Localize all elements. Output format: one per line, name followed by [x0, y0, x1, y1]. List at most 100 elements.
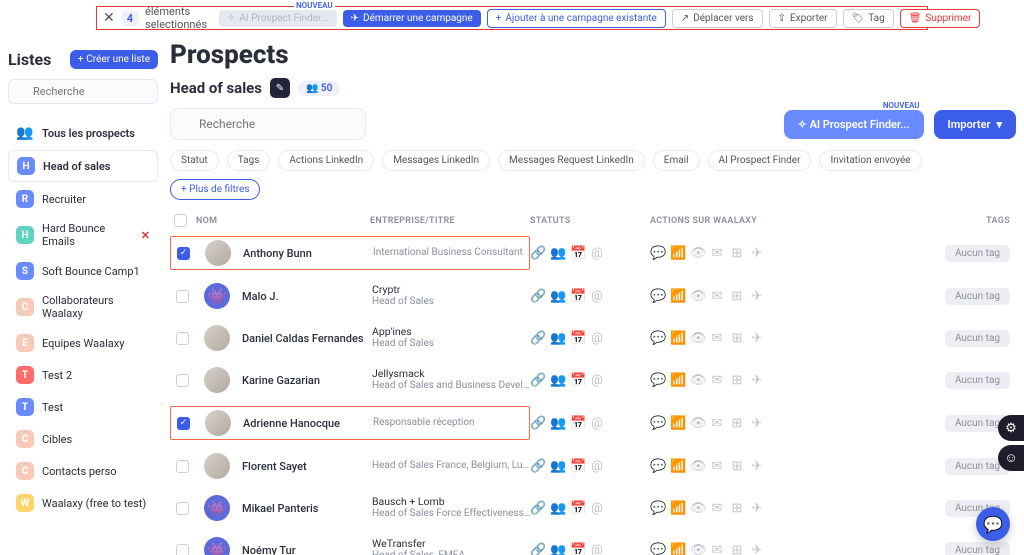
- status-icon[interactable]: 🔗: [530, 543, 544, 555]
- action-icon[interactable]: ⊞: [730, 373, 744, 388]
- status-icon[interactable]: 🔗: [530, 416, 544, 431]
- side-fab-1[interactable]: ⚙: [998, 415, 1024, 441]
- move-to-button[interactable]: ↗ Déplacer vers: [672, 9, 763, 28]
- sidebar-item-list[interactable]: CContacts perso: [8, 456, 158, 486]
- filter-pill[interactable]: Messages Request LinkedIn: [498, 150, 645, 171]
- table-row[interactable]: ✓Adrienne HanocqueResponsable réception🔗…: [170, 401, 1016, 445]
- row-checkbox[interactable]: [176, 290, 189, 303]
- action-icon[interactable]: ⊞: [730, 246, 744, 261]
- status-icon[interactable]: 📅: [570, 373, 584, 388]
- sidebar-item-list[interactable]: WWaalaxy (free to test): [8, 488, 158, 518]
- sidebar-search-input[interactable]: [8, 79, 158, 104]
- action-icon[interactable]: 👁: [690, 459, 704, 474]
- action-icon[interactable]: 💬: [650, 416, 664, 431]
- ai-prospect-finder-main-button[interactable]: NOUVEAU ✧ AI Prospect Finder...: [784, 110, 924, 139]
- create-list-button[interactable]: + Créer une liste: [70, 50, 158, 69]
- action-icon[interactable]: 👁: [690, 373, 704, 388]
- action-icon[interactable]: 👁: [690, 289, 704, 304]
- action-icon[interactable]: 📶: [670, 543, 684, 555]
- status-icon[interactable]: @: [590, 289, 604, 304]
- start-campaign-button[interactable]: ✈ Démarrer une campagne: [343, 10, 481, 27]
- close-icon[interactable]: ✕: [103, 11, 115, 25]
- action-icon[interactable]: 📶: [670, 501, 684, 516]
- status-icon[interactable]: 👥: [550, 373, 564, 388]
- action-icon[interactable]: ✈: [750, 373, 764, 388]
- select-all-checkbox[interactable]: [174, 214, 187, 227]
- status-icon[interactable]: 📅: [570, 246, 584, 261]
- action-icon[interactable]: ✈: [750, 331, 764, 346]
- action-icon[interactable]: 📶: [670, 459, 684, 474]
- status-icon[interactable]: @: [590, 543, 604, 555]
- tag-button[interactable]: 🏷 Tag: [843, 9, 894, 28]
- sidebar-item-list[interactable]: CCibles: [8, 424, 158, 454]
- status-icon[interactable]: 🔗: [530, 246, 544, 261]
- sidebar-item-list[interactable]: EEquipes Waalaxy: [8, 328, 158, 358]
- action-icon[interactable]: ⊞: [730, 289, 744, 304]
- side-fab-2[interactable]: ☺: [998, 445, 1024, 471]
- status-icon[interactable]: 📅: [570, 543, 584, 555]
- action-icon[interactable]: ✉: [710, 331, 724, 346]
- ai-prospect-finder-button[interactable]: NOUVEAU ✧ AI Prospect Finder...: [219, 10, 337, 27]
- status-icon[interactable]: 🔗: [530, 331, 544, 346]
- action-icon[interactable]: 👁: [690, 543, 704, 555]
- sidebar-item-list[interactable]: TTest 2: [8, 360, 158, 390]
- action-icon[interactable]: 👁: [690, 331, 704, 346]
- filter-pill[interactable]: AI Prospect Finder: [708, 150, 812, 171]
- status-icon[interactable]: 👥: [550, 501, 564, 516]
- main-search-input[interactable]: [170, 108, 366, 140]
- filter-pill[interactable]: Tags: [227, 150, 271, 171]
- action-icon[interactable]: 💬: [650, 373, 664, 388]
- action-icon[interactable]: 💬: [650, 459, 664, 474]
- row-checkbox[interactable]: ✓: [177, 247, 190, 260]
- action-icon[interactable]: ✉: [710, 416, 724, 431]
- table-row[interactable]: Karine GazarianJellysmackHead of Sales a…: [170, 359, 1016, 401]
- action-icon[interactable]: 💬: [650, 501, 664, 516]
- table-row[interactable]: Daniel Caldas FernandesApp'inesHead of S…: [170, 317, 1016, 359]
- status-icon[interactable]: 📅: [570, 459, 584, 474]
- sidebar-item-list[interactable]: CCollaborateurs Waalaxy: [8, 288, 158, 326]
- action-icon[interactable]: ✉: [710, 246, 724, 261]
- status-icon[interactable]: @: [590, 459, 604, 474]
- status-icon[interactable]: 👥: [550, 543, 564, 555]
- action-icon[interactable]: 📶: [670, 373, 684, 388]
- status-icon[interactable]: 📅: [570, 501, 584, 516]
- help-fab[interactable]: 💬: [976, 507, 1010, 541]
- action-icon[interactable]: ⊞: [730, 501, 744, 516]
- status-icon[interactable]: @: [590, 331, 604, 346]
- row-checkbox[interactable]: [176, 460, 189, 473]
- status-icon[interactable]: 🔗: [530, 501, 544, 516]
- row-checkbox[interactable]: [176, 502, 189, 515]
- table-row[interactable]: 👾Noémy TurWeTransferHead of Sales, EMEA🔗…: [170, 529, 1016, 555]
- sidebar-item-list[interactable]: SSoft Bounce Camp1: [8, 256, 158, 286]
- table-row[interactable]: Florent SayetHead of Sales France, Belgi…: [170, 445, 1016, 487]
- row-checkbox[interactable]: [176, 332, 189, 345]
- action-icon[interactable]: 💬: [650, 543, 664, 555]
- no-tag-pill[interactable]: Aucun tag: [945, 542, 1010, 555]
- action-icon[interactable]: ✉: [710, 459, 724, 474]
- action-icon[interactable]: ⊞: [730, 459, 744, 474]
- action-icon[interactable]: 💬: [650, 246, 664, 261]
- sidebar-item-list[interactable]: TTest: [8, 392, 158, 422]
- action-icon[interactable]: ✉: [710, 373, 724, 388]
- status-icon[interactable]: 👥: [550, 246, 564, 261]
- edit-list-button[interactable]: ✎: [270, 78, 290, 98]
- action-icon[interactable]: ⊞: [730, 331, 744, 346]
- status-icon[interactable]: 📅: [570, 331, 584, 346]
- sidebar-item-all-prospects[interactable]: 👥 Tous les prospects: [8, 118, 158, 148]
- filter-pill[interactable]: Actions LinkedIn: [278, 150, 374, 171]
- status-icon[interactable]: @: [590, 416, 604, 431]
- no-tag-pill[interactable]: Aucun tag: [945, 372, 1010, 389]
- action-icon[interactable]: 📶: [670, 246, 684, 261]
- action-icon[interactable]: 👁: [690, 501, 704, 516]
- no-tag-pill[interactable]: Aucun tag: [945, 245, 1010, 262]
- action-icon[interactable]: ✈: [750, 416, 764, 431]
- table-row[interactable]: 👾Mikael PanterisBausch + LombHead of Sal…: [170, 487, 1016, 529]
- action-icon[interactable]: ✉: [710, 543, 724, 555]
- table-row[interactable]: ✓Anthony BunnInternational Business Cons…: [170, 231, 1016, 275]
- status-icon[interactable]: 🔗: [530, 373, 544, 388]
- status-icon[interactable]: 👥: [550, 289, 564, 304]
- table-row[interactable]: 👾Malo J.CryptrHead of Sales🔗👥📅@💬📶👁✉⊞✈Auc…: [170, 275, 1016, 317]
- no-tag-pill[interactable]: Aucun tag: [945, 330, 1010, 347]
- filter-pill[interactable]: Invitation envoyée: [819, 150, 921, 171]
- action-icon[interactable]: ✈: [750, 501, 764, 516]
